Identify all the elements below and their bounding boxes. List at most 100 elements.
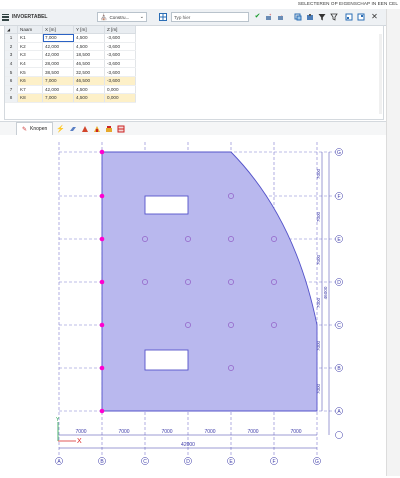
tab-knopen-label: Knopen [30, 126, 48, 132]
grid-axis-label: C [337, 323, 341, 329]
y-cell[interactable]: 4,500 [73, 42, 105, 52]
dimension-label: 7000 [118, 429, 129, 435]
dimension-label: 7000 [316, 254, 321, 265]
x-cell[interactable]: 7,000 [42, 76, 74, 86]
y-cell[interactable]: 4,500 [73, 85, 105, 95]
z-cell[interactable]: -3,600 [104, 50, 136, 60]
grid-axis-label: D [186, 459, 190, 465]
dimension-label: 7000 [75, 429, 86, 435]
slab-opening[interactable] [144, 195, 189, 215]
selection-label[interactable]: SELECTEREN OP EIGENSCHAP IN EEN CEL [298, 1, 398, 6]
table-row[interactable]: 1 K1 7,000 4,500 -3,600 [5, 33, 136, 43]
grid-axis-label: F [272, 459, 275, 465]
lightning-icon[interactable]: ⚡ [56, 125, 65, 134]
dimension-label: 7000 [316, 168, 321, 179]
surface-icon[interactable] [68, 125, 77, 134]
grid-view-icon[interactable] [158, 12, 167, 21]
dimension-label: 7000 [316, 340, 321, 351]
check-icon[interactable]: ✔ [253, 12, 262, 21]
table-row[interactable]: 8 K8 7,000 4,500 0,000 [5, 93, 136, 103]
top-strip: SELECTEREN OP EIGENSCHAP IN EEN CEL [0, 0, 400, 9]
y-axis-label: Y [56, 417, 60, 423]
name-cell[interactable]: K7 [17, 85, 43, 95]
z-cell[interactable]: -3,600 [104, 59, 136, 69]
row-axis-labels: G F E D C B A [335, 148, 343, 439]
svg-text:+: + [269, 13, 272, 17]
y-cell[interactable]: 4,500 [73, 33, 105, 43]
row-number: 8 [5, 93, 18, 103]
table-row[interactable]: 5 K5 38,500 32,500 -3,600 [5, 67, 136, 77]
load-icon[interactable] [92, 125, 101, 134]
x-cell[interactable]: 38,500 [42, 67, 74, 77]
grid-axis-label: C [143, 459, 147, 465]
name-cell[interactable]: K4 [17, 59, 43, 69]
x-cell[interactable]: 28,000 [42, 59, 74, 69]
z-cell[interactable]: 0,000 [104, 85, 136, 95]
table-row[interactable]: 4 K4 28,000 46,500 -3,600 [5, 59, 136, 69]
name-cell[interactable]: K3 [17, 50, 43, 60]
filter-input[interactable]: Typ hier [171, 12, 249, 22]
tab-knopen[interactable]: ✎ Knopen [16, 122, 54, 136]
row-number: 5 [5, 67, 18, 77]
table-row[interactable]: 3 K3 42,000 18,500 -3,600 [5, 50, 136, 60]
construction-dropdown[interactable]: ⛪ Constru... ⌄ [97, 12, 147, 22]
construction-dropdown-value: Constru... [109, 14, 130, 20]
x-cell[interactable]: 7,000 [42, 33, 74, 43]
table-row[interactable]: 7 K7 42,000 4,500 0,000 [5, 85, 136, 95]
z-cell[interactable]: -3,600 [104, 42, 136, 52]
name-cell[interactable]: K5 [17, 67, 43, 77]
y-cell[interactable]: 32,500 [73, 67, 105, 77]
row-number: 4 [5, 59, 18, 69]
name-cell[interactable]: K2 [17, 42, 43, 52]
column-header[interactable]: Naam [17, 26, 43, 34]
dimension-label: 7000 [316, 383, 321, 394]
grid-axis-label: F [337, 194, 340, 200]
table-header-row: ◢ Naam X [m] Y [m] Z [m] [5, 26, 136, 34]
name-cell[interactable]: K1 [17, 33, 43, 43]
input-table: ◢ Naam X [m] Y [m] Z [m] 1 K1 7,000 4,50… [4, 25, 384, 120]
x-cell[interactable]: 7,000 [42, 93, 74, 103]
y-cell[interactable]: 46,500 [73, 59, 105, 69]
z-cell[interactable]: -3,600 [104, 67, 136, 77]
table-row[interactable]: 2 K2 42,000 4,500 -3,600 [5, 42, 136, 52]
filter-icon[interactable] [317, 12, 326, 21]
close-icon[interactable]: ✕ [370, 12, 379, 21]
floor-slab[interactable] [101, 151, 318, 412]
pencil-icon: ✎ [22, 126, 28, 133]
y-cell[interactable]: 18,500 [73, 50, 105, 60]
x-cell[interactable]: 42,000 [42, 42, 74, 52]
support-icon[interactable] [80, 125, 89, 134]
import-icon[interactable] [356, 12, 365, 21]
result-icon[interactable] [116, 125, 125, 134]
structure-drawing[interactable]: 7000 7000 7000 7000 7000 7000 42000 7000… [0, 135, 386, 476]
right-panel-scrollbar[interactable] [386, 9, 400, 476]
chevron-down-icon: ⌄ [139, 14, 144, 20]
column-header[interactable]: X [m] [42, 26, 74, 34]
dimension-label: 7000 [161, 429, 172, 435]
y-cell[interactable]: 46,500 [73, 76, 105, 86]
column-header[interactable]: Z [m] [104, 26, 136, 34]
sort-icon[interactable] [329, 12, 338, 21]
export-icon[interactable] [344, 12, 353, 21]
column-header[interactable]: Y [m] [73, 26, 105, 34]
table-scrollbar[interactable] [379, 34, 382, 114]
x-cell[interactable]: 42,000 [42, 85, 74, 95]
delete-row-icon[interactable]: - [276, 12, 285, 21]
table-row[interactable]: 6 K6 7,000 46,500 -3,600 [5, 76, 136, 86]
z-cell[interactable]: -3,600 [104, 33, 136, 43]
x-cell[interactable]: 42,000 [42, 50, 74, 60]
drawing-canvas[interactable]: 7000 7000 7000 7000 7000 7000 42000 7000… [0, 135, 386, 476]
paste-icon[interactable] [305, 12, 314, 21]
copy-icon[interactable] [293, 12, 302, 21]
corner-cell: ◢ [5, 26, 18, 34]
z-cell[interactable]: 0,000 [104, 93, 136, 103]
z-cell[interactable]: -3,600 [104, 76, 136, 86]
menu-icon[interactable] [2, 13, 9, 21]
y-cell[interactable]: 4,500 [73, 93, 105, 103]
combination-icon[interactable] [104, 125, 113, 134]
slab-opening[interactable] [144, 349, 189, 371]
column-axis-labels: A B C D E F G [55, 457, 321, 465]
name-cell[interactable]: K6 [17, 76, 43, 86]
name-cell[interactable]: K8 [17, 93, 43, 103]
add-row-icon[interactable]: + [264, 12, 273, 21]
